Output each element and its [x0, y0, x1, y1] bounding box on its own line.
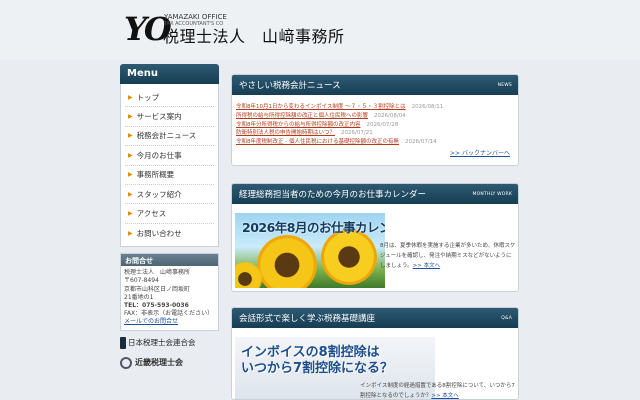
news-item: 令和8年度税制改正 - 個人住民税における基礎控除額の改正の有無 2026/07/…	[236, 138, 514, 147]
news-item-link[interactable]: 令和8年度税制改正 - 個人住民税における基礎控除額の改正の有無	[236, 139, 399, 145]
association-name: 日本税理士会連合会	[128, 338, 196, 348]
chevron-right-icon: ▶	[128, 151, 133, 159]
qa-panel-title: 会話形式で楽しく学ぶ税務基礎講座	[239, 314, 376, 324]
chevron-right-icon: ▶	[128, 190, 133, 198]
calendar-panel-header: 経理総務担当者のための今月のお仕事カレンダー MONTHLY WORK	[232, 184, 518, 204]
news-panel-header: やさしい税務会計ニュース NEWS	[232, 75, 518, 95]
qa-panel-tag: Q&A	[501, 315, 512, 321]
calendar-banner-title: 2026年8月のお仕事カレンダー	[242, 220, 385, 235]
news-item-date: 2026/07/21	[341, 130, 373, 137]
qa-read-more-link[interactable]: >> 本文へ	[431, 393, 458, 399]
news-list: 令和8年10月1日から変わるインボイス制度 ～７・５・３割控除とは 2026/08…	[232, 95, 518, 157]
contact-address-line1: 京都市山科区日ノ岡坂町	[124, 285, 191, 293]
qa-description: インボイス制度の経過措置である8割控除について、いつから7割控除となるのでしょう…	[360, 381, 516, 399]
association-banner-2[interactable]: 近畿税理士会	[120, 356, 219, 369]
chevron-right-icon: ▶	[128, 93, 133, 101]
site-header: YO YAMAZAKI OFFICE TAX ACCOUNTANT'S CO 税…	[0, 0, 640, 60]
menu-item-contact[interactable]: ▶ お問い合わせ	[125, 224, 214, 243]
association-logo-icon	[120, 336, 126, 349]
contact-tel: TEL：075-593-0036	[124, 301, 189, 309]
logo-english-name: YAMAZAKI OFFICE	[164, 13, 227, 21]
association-emblem-icon	[120, 356, 132, 369]
news-item-link[interactable]: 所得税の給与所得控除額の改正と個人住民税への影響	[236, 113, 368, 119]
menu-item-label: スタッフ紹介	[136, 189, 182, 199]
contact-title: お問合せ	[121, 254, 218, 267]
calendar-read-more-link[interactable]: >> 本文へ	[413, 263, 440, 269]
calendar-panel-title: 経理総務担当者のための今月のお仕事カレンダー	[239, 190, 427, 200]
contact-company-name: 税理士法人 山﨑事務所	[124, 269, 191, 277]
menu-item-monthly-work[interactable]: ▶ 今月のお仕事	[125, 146, 214, 166]
news-item-link[interactable]: 令和8年10月1日から変わるインボイス制度 ～７・５・３割控除とは	[236, 104, 406, 110]
news-item-link[interactable]: 令和8年分所得税からの給与所得控除額の改正内容	[236, 122, 361, 128]
association-banner-1[interactable]: 日本税理士会連合会	[120, 336, 219, 349]
sidebar: Menu ▶ トップ ▶ サービス案内 ▶ 税務会計ニュース ▶ 今月のお仕事 ▶ 事務所…	[120, 64, 219, 369]
sunflower-image	[321, 229, 377, 285]
chevron-right-icon: ▶	[128, 171, 133, 179]
news-item: 所得税の給与所得控除額の改正と個人住民税への影響 2026/08/04	[236, 112, 514, 121]
menu-item-label: アクセス	[136, 209, 167, 219]
news-item-link[interactable]: 防衛特別法人税の申告開始時期はいつ？	[236, 130, 335, 136]
menu-list: ▶ トップ ▶ サービス案内 ▶ 税務会計ニュース ▶ 今月のお仕事 ▶ 事務所概要 ▶ ス…	[120, 84, 219, 248]
menu-item-office-overview[interactable]: ▶ 事務所概要	[125, 166, 214, 185]
contact-box: お問合せ 税理士法人 山﨑事務所 〒607-8494 京都市山科区日ノ岡坂町 2…	[120, 253, 219, 331]
menu-item-label: トップ	[136, 92, 160, 102]
menu-item-services[interactable]: ▶ サービス案内	[125, 107, 214, 127]
news-item-date: 2026/07/28	[366, 121, 399, 128]
backnumber-link[interactable]: >> バックナンバーへ	[450, 150, 510, 157]
menu-item-label: 事務所概要	[136, 170, 175, 180]
contact-zip: 〒607-8494	[124, 277, 159, 285]
contact-mail-link[interactable]: メールでのお問合せ	[124, 318, 215, 326]
contact-body: 税理士法人 山﨑事務所 〒607-8494 京都市山科区日ノ岡坂町 21番地の1…	[121, 266, 218, 329]
menu-item-tax-news[interactable]: ▶ 税務会計ニュース	[125, 127, 214, 147]
menu-item-label: 税務会計ニュース	[136, 131, 197, 141]
news-item: 令和8年10月1日から変わるインボイス制度 ～７・５・３割控除とは 2026/08…	[236, 103, 514, 112]
menu-item-label: お問い合わせ	[136, 228, 182, 238]
menu-item-label: 今月のお仕事	[136, 150, 182, 160]
chevron-right-icon: ▶	[128, 229, 133, 237]
news-panel: やさしい税務会計ニュース NEWS 令和8年10月1日から変わるインボイス制度 …	[231, 74, 519, 166]
news-panel-title: やさしい税務会計ニュース	[239, 81, 341, 91]
news-panel-tag: NEWS	[497, 82, 512, 88]
calendar-description-text: 8月は、夏季休暇を実施する企業が多いため、休暇スケジュールを確認し、発注や納期ミ…	[380, 243, 516, 269]
news-item: 防衛特別法人税の申告開始時期はいつ？ 2026/07/21	[236, 129, 514, 138]
calendar-panel-tag: MONTHLY WORK	[472, 191, 512, 197]
sunflower-image	[257, 235, 317, 288]
calendar-banner-image[interactable]: 2026年8月のお仕事カレンダー	[235, 213, 385, 288]
menu-item-top[interactable]: ▶ トップ	[125, 88, 214, 108]
chevron-right-icon: ▶	[128, 113, 133, 121]
qa-panel-header: 会話形式で楽しく学ぶ税務基礎講座 Q&A	[232, 308, 518, 328]
backnumber-row: >> バックナンバーへ	[236, 148, 514, 157]
logo-japanese-name[interactable]: 税理士法人 山﨑事務所	[163, 29, 345, 45]
association-name: 近畿税理士会	[135, 358, 183, 368]
news-item-date: 2026/08/04	[374, 112, 406, 119]
menu-title: Menu	[120, 64, 219, 84]
qa-banner-line2: いつから7割控除になる？	[241, 361, 394, 376]
chevron-right-icon: ▶	[128, 132, 133, 140]
calendar-panel: 経理総務担当者のための今月のお仕事カレンダー MONTHLY WORK 2026…	[231, 183, 519, 292]
calendar-description: 8月は、夏季休暇を実施する企業が多いため、休暇スケジュールを確認し、発注や納期ミ…	[380, 241, 516, 271]
menu-item-staff[interactable]: ▶ スタッフ紹介	[125, 185, 214, 205]
menu-item-label: サービス案内	[136, 112, 182, 122]
menu-item-access[interactable]: ▶ アクセス	[125, 204, 214, 224]
chevron-right-icon: ▶	[128, 210, 133, 218]
qa-panel: 会話形式で楽しく学ぶ税務基礎講座 Q&A インボイスの8割控除は いつから7割控…	[231, 307, 519, 400]
news-item-date: 2026/08/11	[411, 104, 444, 110]
logo-mark[interactable]: YO	[124, 13, 172, 45]
news-item-date: 2026/07/14	[404, 139, 437, 146]
contact-address-line2: 21番地の1	[124, 293, 154, 301]
news-item: 令和8年分所得税からの給与所得控除額の改正内容 2026/07/28	[236, 121, 514, 130]
